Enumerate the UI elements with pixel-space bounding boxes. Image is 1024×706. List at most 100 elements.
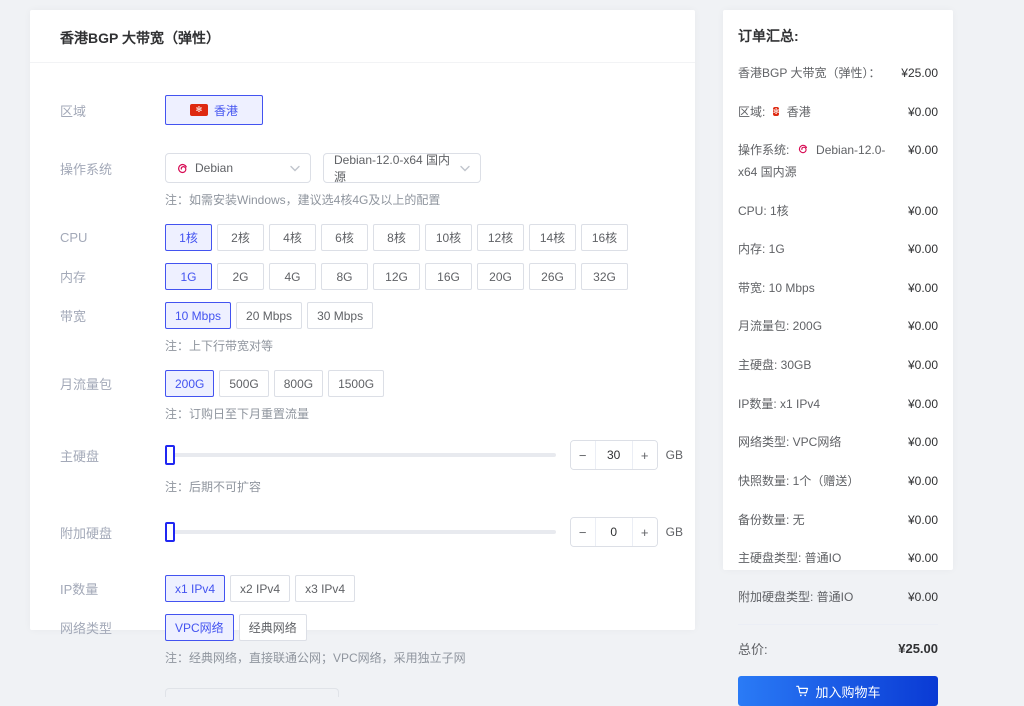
memory-option[interactable]: 4G [269,263,316,290]
debian-icon [797,144,809,158]
region-option[interactable]: ✻ 香港 [165,95,263,125]
debian-icon [176,162,189,175]
config-row-network: 网络类型 VPC网络经典网络 [60,614,683,641]
product-config-panel: 香港BGP 大带宽（弹性） 区域 ✻ 香港 操作系统 [30,10,695,630]
summary-row-label: 香港BGP 大带宽（弹性）： [738,66,880,80]
cpu-option[interactable]: 6核 [321,224,368,251]
network-note: 注：经典网络，直接联通公网；VPC网络，采用独立子网 [165,649,683,666]
summary-row-price: ¥0.00 [908,587,938,609]
extra-disk-slider[interactable] [165,530,556,534]
bandwidth-label: 带宽 [60,306,165,325]
summary-row-label: 区域: [738,105,765,119]
add-to-cart-label: 加入购物车 [815,682,880,701]
summary-row: CPU: 1核 ¥0.00 [738,201,938,223]
summary-row-price: ¥0.00 [908,510,938,532]
os-version-select[interactable]: Debian-12.0-x64 国内源 [323,153,481,183]
ip-option[interactable]: x1 IPv4 [165,575,225,602]
os-family-select[interactable]: Debian [165,153,311,183]
summary-row-price: ¥0.00 [908,102,938,124]
config-row-memory: 内存 1G2G4G8G12G16G20G26G32G [60,263,683,290]
memory-option[interactable]: 1G [165,263,212,290]
cpu-option[interactable]: 12核 [477,224,524,251]
bandwidth-note: 注：上下行带宽对等 [165,337,683,354]
memory-option[interactable]: 16G [425,263,472,290]
summary-row: 附加硬盘类型: 普通IO ¥0.00 [738,587,938,609]
config-row-cpu: CPU 1核2核4核6核8核10核12核14核16核 [60,224,683,251]
extra-disk-stepper: − 0 + [570,517,658,547]
extra-disk-increase-button[interactable]: + [633,518,657,546]
bandwidth-option[interactable]: 20 Mbps [236,302,302,329]
config-row-region: 区域 ✻ 香港 [60,95,683,125]
traffic-option[interactable]: 200G [165,370,214,397]
summary-row: 主硬盘类型: 普通IO ¥0.00 [738,548,938,570]
summary-row: 区域: ✻ 香港 ¥0.00 [738,102,938,124]
bandwidth-option[interactable]: 30 Mbps [307,302,373,329]
summary-row: 香港BGP 大带宽（弹性）： ¥25.00 [738,63,938,85]
network-option[interactable]: VPC网络 [165,614,234,641]
summary-row: 备份数量: 无 ¥0.00 [738,510,938,532]
bandwidth-option[interactable]: 10 Mbps [165,302,231,329]
summary-row-price: ¥0.00 [908,471,938,493]
config-row-bandwidth: 带宽 10 Mbps20 Mbps30 Mbps [60,302,683,329]
summary-row: 月流量包: 200G ¥0.00 [738,316,938,338]
config-row-ip: IP数量 x1 IPv4x2 IPv4x3 IPv4 [60,575,683,602]
memory-option[interactable]: 8G [321,263,368,290]
config-row-os: 操作系统 Debian Debian-12.0-x64 国内源 [60,153,683,183]
cpu-option[interactable]: 8核 [373,224,420,251]
summary-row-label: 网络类型: VPC网络 [738,435,841,449]
summary-row-price: ¥0.00 [908,432,938,454]
traffic-option[interactable]: 500G [219,370,268,397]
partial-next-control[interactable] [165,688,339,697]
order-summary-list: 香港BGP 大带宽（弹性）： ¥25.00 区域: ✻ 香港 ¥0.00 [738,63,938,608]
summary-row-price: ¥0.00 [908,239,938,261]
page-title: 香港BGP 大带宽（弹性） [30,10,695,63]
disk-increase-button[interactable]: + [633,441,657,469]
traffic-option[interactable]: 1500G [328,370,384,397]
memory-option[interactable]: 32G [581,263,628,290]
traffic-option[interactable]: 800G [274,370,323,397]
memory-option[interactable]: 20G [477,263,524,290]
ip-option[interactable]: x2 IPv4 [230,575,290,602]
os-version-value: Debian-12.0-x64 国内源 [334,151,452,185]
chevron-down-icon [290,165,300,172]
memory-option[interactable]: 12G [373,263,420,290]
summary-row: 带宽: 10 Mbps ¥0.00 [738,278,938,300]
summary-row-price: ¥0.00 [908,548,938,570]
cpu-option[interactable]: 10核 [425,224,472,251]
network-option[interactable]: 经典网络 [239,614,307,641]
extra-disk-decrease-button[interactable]: − [571,518,595,546]
summary-row-label: 带宽: 10 Mbps [738,281,815,295]
summary-total-row: 总价: ¥25.00 [738,639,938,658]
add-to-cart-button[interactable]: 加入购物车 [738,676,938,706]
extra-disk-value[interactable]: 0 [595,518,633,546]
order-summary-panel: 订单汇总: 香港BGP 大带宽（弹性）： ¥25.00 区域: ✻ 香港 [723,10,953,570]
extra-disk-slider-handle[interactable] [165,522,175,542]
disk-decrease-button[interactable]: − [571,441,595,469]
disk-value[interactable]: 30 [595,441,633,469]
cpu-option[interactable]: 14核 [529,224,576,251]
summary-row-price: ¥0.00 [908,316,938,338]
traffic-label: 月流量包 [60,374,165,393]
cpu-option[interactable]: 2核 [217,224,264,251]
summary-row: 内存: 1G ¥0.00 [738,239,938,261]
summary-row-label: 备份数量: 无 [738,513,805,527]
memory-option[interactable]: 26G [529,263,576,290]
region-label: 区域 [60,101,165,120]
memory-option[interactable]: 2G [217,263,264,290]
disk-slider[interactable] [165,453,556,457]
cpu-option[interactable]: 16核 [581,224,628,251]
summary-row-price: ¥0.00 [908,140,938,162]
summary-row: 主硬盘: 30GB ¥0.00 [738,355,938,377]
config-row-extra-disk: 附加硬盘 − 0 + GB [60,517,683,547]
region-option-label: 香港 [214,102,238,119]
summary-row-label: 快照数量: 1个（赠送） [738,474,859,488]
config-row-traffic: 月流量包 200G500G800G1500G [60,370,683,397]
summary-row-price: ¥0.00 [908,355,938,377]
cpu-option[interactable]: 1核 [165,224,212,251]
cpu-option[interactable]: 4核 [269,224,316,251]
summary-row-label: 月流量包: 200G [738,319,822,333]
extra-disk-label: 附加硬盘 [60,523,165,542]
disk-unit: GB [666,448,683,462]
disk-slider-handle[interactable] [165,445,175,465]
ip-option[interactable]: x3 IPv4 [295,575,355,602]
